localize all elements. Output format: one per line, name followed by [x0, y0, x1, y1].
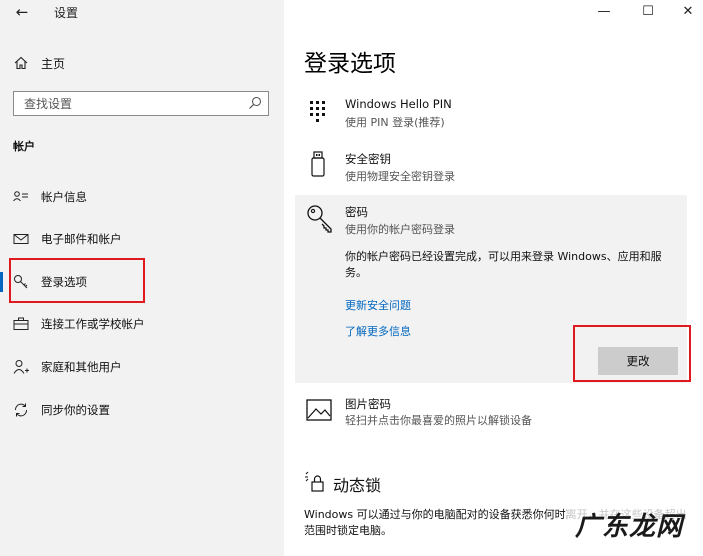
- option-title: 安全密钥: [345, 152, 391, 166]
- active-indicator: [0, 272, 3, 292]
- mail-icon: [13, 234, 29, 244]
- dynamic-lock-icon: [305, 471, 324, 492]
- briefcase-icon: [13, 317, 29, 330]
- sidebar-item-family-users[interactable]: 家庭和其他用户: [0, 350, 284, 384]
- option-title: 密码: [345, 205, 368, 219]
- option-title: Windows Hello PIN: [345, 97, 452, 111]
- option-subtitle: 使用物理安全密钥登录: [345, 170, 455, 183]
- close-button[interactable]: ✕: [670, 2, 703, 22]
- sidebar-item-home[interactable]: 主页: [0, 50, 284, 76]
- option-security-key[interactable]: 安全密钥 使用物理安全密钥登录: [295, 148, 687, 192]
- option-subtitle: 使用 PIN 登录(推荐): [345, 116, 445, 129]
- search-box[interactable]: [13, 91, 269, 116]
- page-title: 登录选项: [304, 51, 396, 77]
- sidebar-item-sync-settings[interactable]: 同步你的设置: [0, 393, 284, 427]
- option-subtitle: 使用你的帐户密码登录: [345, 223, 455, 236]
- sidebar-item-label: 连接工作或学校帐户: [41, 317, 145, 331]
- pin-keypad-icon: [310, 101, 325, 122]
- option-picture-password[interactable]: 图片密码 轻扫并点击你最喜爱的照片以解锁设备: [295, 394, 687, 434]
- option-title: 图片密码: [345, 397, 391, 411]
- sidebar-item-work-school[interactable]: 连接工作或学校帐户: [0, 307, 284, 341]
- sync-icon: [15, 403, 27, 417]
- option-hello-pin[interactable]: Windows Hello PIN 使用 PIN 登录(推荐): [295, 95, 687, 139]
- sidebar-item-label: 电子邮件和帐户: [41, 232, 122, 246]
- sidebar-item-email-accounts[interactable]: 电子邮件和帐户: [0, 222, 284, 256]
- sidebar-item-label: 家庭和其他用户: [41, 360, 122, 374]
- usb-key-icon: [311, 151, 325, 177]
- content-pane: — ☐ ✕ 登录选项 Windows Hello PIN 使用 PIN 登录(推…: [284, 0, 703, 556]
- app-title: 设置: [54, 6, 79, 20]
- learn-more-link[interactable]: 了解更多信息: [345, 323, 411, 339]
- person-add-icon: [13, 360, 29, 374]
- section-header-account: 帐户: [13, 140, 35, 153]
- minimize-button[interactable]: —: [586, 2, 622, 22]
- watermark-logo: 广东龙网: [561, 500, 703, 556]
- home-label: 主页: [41, 57, 66, 71]
- sidebar: ← 设置 主页 帐户 帐户信息 电子邮件和帐户: [0, 0, 284, 556]
- sidebar-item-label: 同步你的设置: [41, 403, 110, 417]
- dynamic-lock-title: 动态锁: [333, 476, 382, 495]
- maximize-button[interactable]: ☐: [630, 2, 666, 22]
- watermark-text: 广东龙网: [575, 512, 684, 542]
- picture-icon: [306, 399, 332, 421]
- account-info-icon: [13, 191, 28, 202]
- option-subtitle: 轻扫并点击你最喜爱的照片以解锁设备: [345, 414, 532, 427]
- update-security-questions-link[interactable]: 更新安全问题: [345, 297, 411, 313]
- sidebar-item-label: 帐户信息: [41, 190, 87, 204]
- search-input[interactable]: [14, 92, 242, 115]
- back-arrow-icon[interactable]: ←: [12, 3, 32, 21]
- password-description: 你的帐户密码已经设置完成，可以用来登录 Windows、应用和服务。: [345, 250, 662, 279]
- home-icon: [14, 56, 28, 70]
- search-icon[interactable]: [248, 96, 262, 110]
- password-key-icon: [307, 205, 332, 233]
- sidebar-item-account-info[interactable]: 帐户信息: [0, 180, 284, 214]
- highlight-box-change: [573, 325, 691, 382]
- highlight-box-sign-in: [9, 258, 145, 303]
